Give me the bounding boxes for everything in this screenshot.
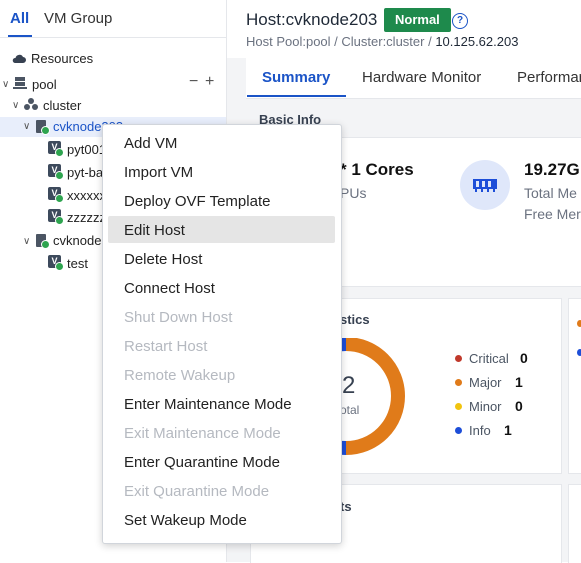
menu-item-set-wakeup-mode[interactable]: Set Wakeup Mode bbox=[124, 512, 247, 529]
chevron-down-icon[interactable]: ∨ bbox=[23, 236, 30, 247]
cluster-icon bbox=[24, 97, 38, 116]
tree-item-vm[interactable]: pyt001 bbox=[67, 142, 106, 157]
pool-icon bbox=[13, 76, 27, 95]
legend-critical-label: Critical bbox=[469, 351, 509, 366]
breadcrumb: Host Pool:pool / Cluster:cluster / 10.12… bbox=[246, 34, 518, 49]
collapse-button[interactable]: − bbox=[189, 73, 198, 91]
tree-item-vm[interactable]: pyt-ba bbox=[67, 165, 103, 180]
menu-item-import-vm[interactable]: Import VM bbox=[124, 164, 193, 181]
cpu-label: PUs bbox=[340, 185, 367, 201]
tab-performance[interactable]: Performan bbox=[517, 69, 581, 86]
legend-dot bbox=[577, 349, 581, 356]
legend-major-value: 1 bbox=[515, 374, 523, 390]
menu-item-restart-host: Restart Host bbox=[124, 338, 208, 355]
menu-item-edit-host[interactable]: Edit Host bbox=[124, 222, 185, 239]
alarm-total-count: 2 bbox=[342, 372, 356, 399]
alarm-statistics-title: stics bbox=[340, 312, 370, 327]
vm-icon: V bbox=[48, 164, 64, 180]
vm-icon: V bbox=[48, 187, 64, 203]
tab-summary[interactable]: Summary bbox=[262, 69, 330, 86]
vm-icon: V bbox=[48, 141, 64, 157]
vm-icon: V bbox=[48, 255, 64, 271]
memory-free-label: Free Mer bbox=[524, 206, 581, 222]
page-title: Host:cvknode203 bbox=[246, 10, 378, 29]
breadcrumb-path: Host Pool:pool / Cluster:cluster / bbox=[246, 34, 436, 49]
legend-info-value: 1 bbox=[504, 422, 512, 438]
memory-value: 19.27G bbox=[524, 160, 580, 179]
bottom-side-card bbox=[568, 484, 581, 563]
tab-summary-underline bbox=[247, 95, 346, 97]
major-dot bbox=[455, 379, 462, 386]
memory-total-label: Total Me bbox=[524, 185, 577, 201]
host-icon bbox=[36, 234, 50, 249]
add-button[interactable]: + bbox=[205, 73, 214, 91]
tree-item-vm[interactable]: test bbox=[67, 256, 88, 271]
critical-dot bbox=[455, 355, 462, 362]
tree-item-host[interactable]: cvknode bbox=[53, 233, 101, 248]
legend-critical-value: 0 bbox=[520, 350, 528, 366]
memory-icon bbox=[460, 160, 510, 210]
tab-hardware-monitor[interactable]: Hardware Monitor bbox=[362, 69, 481, 86]
tree-item-resources[interactable]: Resources bbox=[31, 51, 93, 66]
alarm-total-label: otal bbox=[340, 403, 360, 417]
menu-item-add-vm[interactable]: Add VM bbox=[124, 135, 177, 152]
breadcrumb-ip: 10.125.62.203 bbox=[435, 34, 519, 49]
chevron-down-icon[interactable]: ∨ bbox=[12, 100, 19, 111]
menu-item-deploy-ovf-template[interactable]: Deploy OVF Template bbox=[124, 193, 270, 210]
tree-item-cluster[interactable]: cluster bbox=[43, 98, 81, 113]
tree-item-vm[interactable]: xxxxxx bbox=[67, 188, 106, 203]
tree-item-vm[interactable]: zzzzzz bbox=[67, 210, 106, 225]
cloud-icon bbox=[12, 52, 26, 70]
menu-item-enter-maintenance-mode[interactable]: Enter Maintenance Mode bbox=[124, 396, 292, 413]
chevron-down-icon[interactable]: ∨ bbox=[2, 79, 9, 90]
tab-all[interactable]: All bbox=[10, 10, 29, 27]
tab-vm-group[interactable]: VM Group bbox=[44, 10, 112, 27]
menu-item-shut-down-host: Shut Down Host bbox=[124, 309, 233, 326]
status-badge: Normal bbox=[384, 8, 451, 32]
legend-minor-label: Minor bbox=[469, 399, 502, 414]
legend-minor-value: 0 bbox=[515, 398, 523, 414]
tree-item-pool[interactable]: pool bbox=[32, 77, 57, 92]
info-dot bbox=[455, 427, 462, 434]
host-icon bbox=[36, 120, 50, 135]
menu-item-exit-quarantine-mode: Exit Quarantine Mode bbox=[124, 483, 270, 500]
cpu-cores: * 1 Cores bbox=[340, 160, 414, 179]
tab-divider bbox=[0, 37, 226, 38]
minor-dot bbox=[455, 403, 462, 410]
context-menu bbox=[102, 124, 342, 544]
menu-item-delete-host[interactable]: Delete Host bbox=[124, 251, 202, 268]
chevron-down-icon[interactable]: ∨ bbox=[23, 121, 30, 132]
legend-info-label: Info bbox=[469, 423, 491, 438]
vm-icon: V bbox=[48, 209, 64, 225]
legend-major-label: Major bbox=[469, 375, 502, 390]
menu-item-enter-quarantine-mode[interactable]: Enter Quarantine Mode bbox=[124, 454, 280, 471]
menu-item-connect-host[interactable]: Connect Host bbox=[124, 280, 215, 297]
legend-dot bbox=[577, 320, 581, 327]
menu-item-exit-maintenance-mode: Exit Maintenance Mode bbox=[124, 425, 281, 442]
help-icon[interactable]: ? bbox=[452, 13, 468, 29]
menu-item-remote-wakeup: Remote Wakeup bbox=[124, 367, 236, 384]
